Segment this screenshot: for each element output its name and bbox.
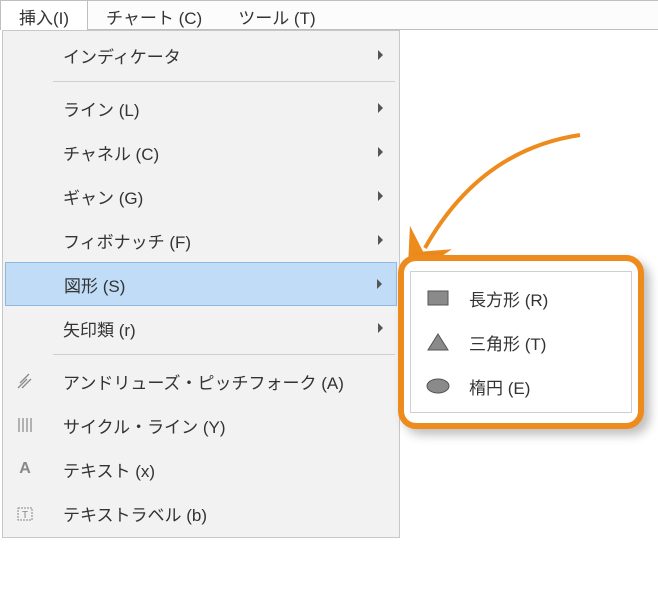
menu-item-label: サイクル・ライン (Y) [39,413,397,438]
menu-item-indicator[interactable]: インディケータ [5,33,397,77]
menu-separator [53,354,395,355]
menu-item-label: ライン (L) [39,96,397,121]
submenu-item-label: 楕円 (E) [453,374,530,399]
cycle-line-icon [11,415,39,435]
menu-item-label: インディケータ [39,43,397,68]
menu-separator [53,81,395,82]
submenu-arrow-icon [378,103,383,113]
menu-item-andrews-pitchfork[interactable]: アンドリューズ・ピッチフォーク (A) [5,359,397,403]
submenu-arrow-icon [378,323,383,333]
shapes-submenu-callout: 長方形 (R) 三角形 (T) 楕円 (E) [398,255,644,429]
menubar-chart[interactable]: チャート (C) [88,1,220,29]
submenu-arrow-icon [378,235,383,245]
menu-item-cycle-line[interactable]: サイクル・ライン (Y) [5,403,397,447]
submenu-arrow-icon [378,147,383,157]
submenu-item-triangle[interactable]: 三角形 (T) [413,320,629,364]
submenu-item-label: 三角形 (T) [453,330,546,355]
menu-item-text-label[interactable]: T テキストラベル (b) [5,491,397,535]
menu-item-gann[interactable]: ギャン (G) [5,174,397,218]
menubar-chart-label: チャート (C) [106,9,202,28]
menu-item-shapes[interactable]: 図形 (S) [5,262,397,306]
rectangle-icon [423,290,453,306]
text-icon: A [11,460,39,478]
menu-item-label: アンドリューズ・ピッチフォーク (A) [39,369,397,394]
menu-item-text[interactable]: A テキスト (x) [5,447,397,491]
menu-item-channel[interactable]: チャネル (C) [5,130,397,174]
shapes-submenu: 長方形 (R) 三角形 (T) 楕円 (E) [410,271,632,413]
submenu-item-ellipse[interactable]: 楕円 (E) [413,364,629,408]
menu-item-arrows[interactable]: 矢印類 (r) [5,306,397,350]
menu-item-label: テキスト (x) [39,457,397,482]
menubar-insert[interactable]: 挿入(I) [0,1,88,29]
submenu-item-rectangle[interactable]: 長方形 (R) [413,276,629,320]
menubar: 挿入(I) チャート (C) ツール (T) [0,0,658,30]
menubar-insert-label: 挿入(I) [19,9,69,28]
svg-text:T: T [22,510,28,521]
insert-menu-dropdown: インディケータ ライン (L) チャネル (C) ギャン (G) フィボナッチ … [2,30,400,538]
menu-item-label: テキストラベル (b) [39,501,397,526]
menu-item-label: フィボナッチ (F) [39,228,397,253]
pitchfork-icon [11,371,39,391]
submenu-arrow-icon [377,279,382,289]
menu-item-label: 図形 (S) [40,272,396,297]
text-label-icon: T [11,503,39,523]
menubar-tool-label: ツール (T) [238,9,315,28]
menu-item-fibonacci[interactable]: フィボナッチ (F) [5,218,397,262]
menu-item-line[interactable]: ライン (L) [5,86,397,130]
ellipse-icon [423,378,453,394]
submenu-item-label: 長方形 (R) [453,286,548,311]
menu-item-label: チャネル (C) [39,140,397,165]
menu-item-label: ギャン (G) [39,184,397,209]
submenu-arrow-icon [378,191,383,201]
triangle-icon [423,333,453,351]
submenu-arrow-icon [378,50,383,60]
menu-item-label: 矢印類 (r) [39,316,397,341]
menubar-tool[interactable]: ツール (T) [220,1,333,29]
